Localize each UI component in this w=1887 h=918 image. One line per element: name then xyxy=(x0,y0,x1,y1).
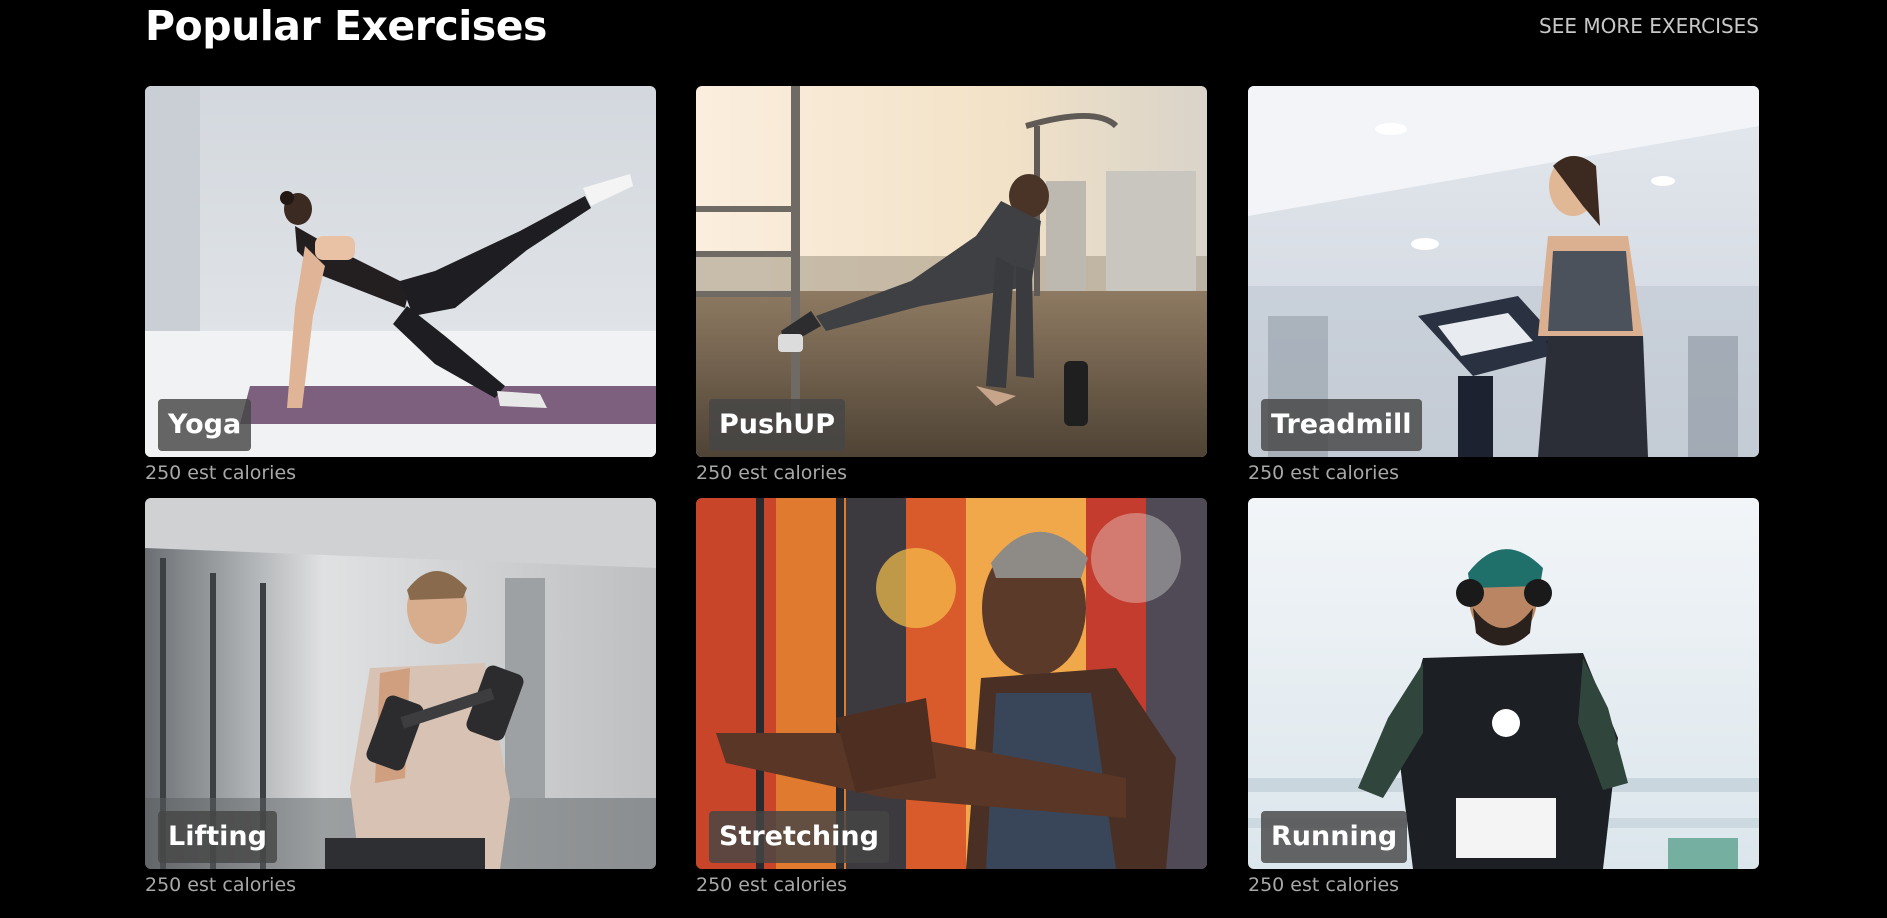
exercise-calories: 250 est calories xyxy=(1248,462,1400,484)
stretching-photo: Stretching xyxy=(696,498,1207,869)
pushup-photo: PushUP xyxy=(696,86,1207,457)
exercise-card-lifting[interactable]: Lifting 250 est calories xyxy=(145,498,656,897)
lifting-photo: Lifting xyxy=(145,498,656,869)
exercise-name-label: Stretching xyxy=(709,811,889,863)
exercise-card-pushup[interactable]: PushUP 250 est calories xyxy=(696,86,1207,485)
yoga-photo: Yoga xyxy=(145,86,656,457)
exercise-calories: 250 est calories xyxy=(1248,874,1400,896)
exercise-card-running[interactable]: Running 250 est calories xyxy=(1248,498,1759,897)
exercise-calories: 250 est calories xyxy=(696,462,848,484)
exercise-name-label: Lifting xyxy=(158,811,277,863)
see-more-exercises-link[interactable]: SEE MORE EXERCISES xyxy=(1539,14,1759,38)
exercise-calories: 250 est calories xyxy=(696,874,848,896)
exercise-card-treadmill[interactable]: Treadmill 250 est calories xyxy=(1248,86,1759,485)
exercise-calories: 250 est calories xyxy=(145,462,297,484)
exercise-calories: 250 est calories xyxy=(145,874,297,896)
exercise-name-label: PushUP xyxy=(709,399,846,451)
section-header: Popular Exercises SEE MORE EXERCISES xyxy=(145,0,1759,52)
exercise-name-label: Yoga xyxy=(158,399,252,451)
exercise-name-label: Running xyxy=(1261,811,1408,863)
exercise-name-label: Treadmill xyxy=(1261,399,1422,451)
exercise-card-yoga[interactable]: Yoga 250 est calories xyxy=(145,86,656,485)
treadmill-photo: Treadmill xyxy=(1248,86,1759,457)
page-title: Popular Exercises xyxy=(145,2,547,50)
running-photo: Running xyxy=(1248,498,1759,869)
exercise-card-stretching[interactable]: Stretching 250 est calories xyxy=(696,498,1207,897)
